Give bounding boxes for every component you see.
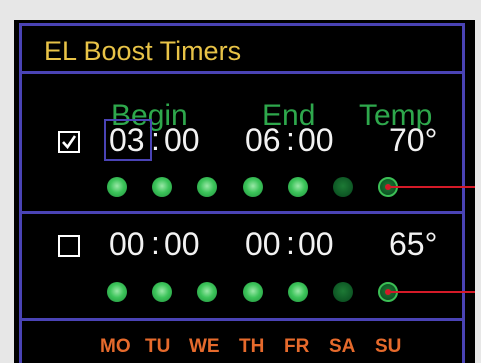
day-label-mo: MO (100, 336, 131, 357)
day-label-we: WE (189, 336, 220, 357)
timer-1-begin-separator: : (151, 121, 160, 157)
timer-2-begin-hour[interactable]: 00 (109, 226, 145, 262)
check-mark-icon (62, 135, 77, 150)
timer-1-end-minute[interactable]: 00 (298, 122, 334, 158)
timer-screen: EL Boost Timers Begin End Temp 03 : 00 0… (14, 20, 475, 363)
timer-1-day-dot-mo[interactable] (107, 177, 127, 197)
timer-2-end-separator: : (286, 225, 295, 261)
timer-1-temp[interactable]: 70° (389, 122, 437, 158)
timer-2-day-dot-th[interactable] (243, 282, 263, 302)
callout-1-leader-line (391, 186, 475, 188)
timer-2-temp[interactable]: 65° (389, 226, 437, 262)
timer-2-day-dot-mo[interactable] (107, 282, 127, 302)
timer-1-end-hour[interactable]: 06 (245, 122, 281, 158)
timer-1-day-dot-sa[interactable] (333, 177, 353, 197)
day-label-su: SU (375, 336, 402, 357)
day-label-tu: TU (145, 336, 171, 357)
day-label-sa: SA (329, 336, 356, 357)
timer-2-end-minute[interactable]: 00 (298, 226, 334, 262)
timer-1-begin-hour[interactable]: 03 (109, 122, 145, 158)
timer-2-day-dot-sa[interactable] (333, 282, 353, 302)
days-separator-line (20, 318, 464, 321)
timer-1-end-separator: : (286, 121, 295, 157)
timer-2-day-dot-we[interactable] (197, 282, 217, 302)
timer-2-begin-separator: : (151, 225, 160, 261)
callout-2-leader-line (391, 291, 475, 293)
timer-1-enable-checkbox[interactable] (58, 131, 80, 153)
day-label-th: TH (239, 336, 265, 357)
timer-1-day-dot-th[interactable] (243, 177, 263, 197)
timer-1-day-dot-we[interactable] (197, 177, 217, 197)
timer-2-end-hour[interactable]: 00 (245, 226, 281, 262)
day-label-fr: FR (284, 336, 310, 357)
timer-2-begin-minute[interactable]: 00 (164, 226, 200, 262)
timer-1-day-dot-fr[interactable] (288, 177, 308, 197)
timer-2-day-dot-fr[interactable] (288, 282, 308, 302)
timer-1-begin-minute[interactable]: 00 (164, 122, 200, 158)
timer-2-enable-checkbox[interactable] (58, 235, 80, 257)
timer-1-day-dot-tu[interactable] (152, 177, 172, 197)
screen-title: EL Boost Timers (44, 36, 242, 66)
timer-2-day-dot-tu[interactable] (152, 282, 172, 302)
timer-separator-line (20, 211, 464, 214)
